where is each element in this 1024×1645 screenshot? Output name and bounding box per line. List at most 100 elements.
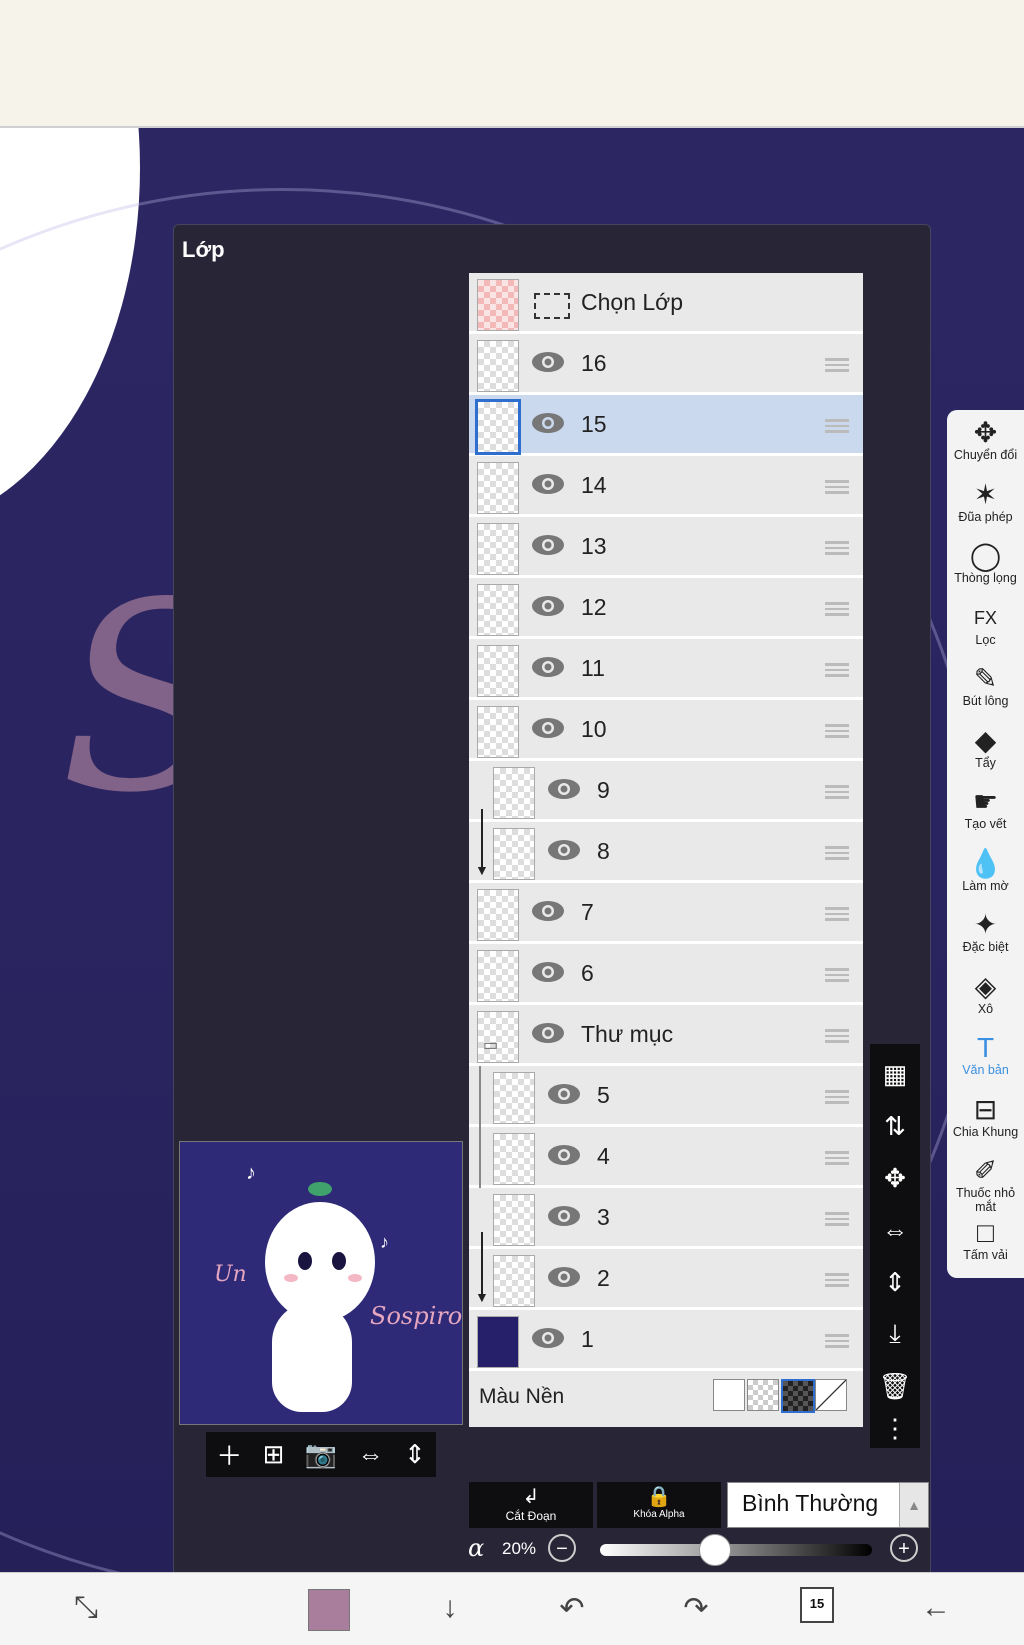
drag-handle-icon[interactable] [825,358,849,372]
layer-row[interactable]: 11 [469,639,863,700]
eye-visibility-icon[interactable] [531,534,565,556]
tool-special[interactable]: ✦ Đặc biệt [947,906,1024,967]
drag-handle-icon[interactable] [825,1212,849,1226]
flip-horizontal-icon[interactable]: ⇔ [358,1439,384,1470]
add-layer-icon[interactable]: ＋ [216,1436,242,1473]
bg-white-swatch[interactable] [713,1379,745,1411]
blend-mode-select[interactable]: Bình Thường ▲ [727,1482,929,1528]
eye-visibility-icon[interactable] [531,412,565,434]
opacity-slider[interactable] [600,1534,872,1566]
tool-frame-divider[interactable]: ⊟ Chia Khung [947,1091,1024,1152]
layer-row-clipped[interactable]: ▼ 8 [469,822,863,883]
tool-eyedropper[interactable]: ✐ Thuốc nhỏ mắt [947,1152,1024,1214]
layers-button[interactable]: 15 [800,1587,834,1623]
drag-handle-icon[interactable] [825,480,849,494]
add-layer-box-icon[interactable]: ⊞ [263,1439,285,1470]
layer-name: Chọn Lớp [581,289,684,315]
eye-visibility-icon[interactable] [531,900,565,922]
clip-button[interactable]: ↲ Cắt Đoạn [469,1482,593,1528]
eye-visibility-icon[interactable] [531,1327,565,1349]
layer-row-in-folder[interactable]: 5 [469,1066,863,1127]
eye-visibility-icon[interactable] [531,656,565,678]
eye-visibility-icon[interactable] [531,351,565,373]
layer-row-clipped[interactable]: ▼ 2 [469,1249,863,1310]
drag-handle-icon[interactable] [825,1151,849,1165]
increase-opacity-button[interactable]: + [890,1534,918,1562]
eye-visibility-icon[interactable] [531,595,565,617]
drag-handle-icon[interactable] [825,541,849,555]
move-layer-icon[interactable]: ✥ [875,1158,915,1198]
eye-visibility-icon[interactable] [531,961,565,983]
layer-row[interactable]: 7 [469,883,863,944]
eye-visibility-icon[interactable] [547,1205,581,1227]
flip-vertical-icon[interactable]: ⇕ [875,1262,915,1302]
eye-visibility-icon[interactable] [547,1266,581,1288]
transparent-layer-icon[interactable]: ▦ [875,1054,915,1094]
tool-text[interactable]: T Văn bản [947,1029,1024,1090]
tool-lasso[interactable]: ◯ Thòng lọng [947,537,1024,598]
opacity-slider-knob[interactable] [699,1534,732,1566]
drag-handle-icon[interactable] [825,846,849,860]
layer-row-folder[interactable]: ▭ Thư mục [469,1005,863,1066]
layer-row-clipped[interactable]: 9 [469,761,863,822]
layer-row-selected[interactable]: 15 [469,395,863,456]
layer-row[interactable]: 10 [469,700,863,761]
layer-row[interactable]: 6 [469,944,863,1005]
tool-move[interactable]: ✥ Chuyển đổi [947,414,1024,475]
tool-blur[interactable]: 💧 Làm mờ [947,845,1024,906]
drag-handle-icon[interactable] [825,907,849,921]
bg-light-checker-swatch[interactable] [747,1379,779,1411]
drag-handle-icon[interactable] [825,419,849,433]
eye-visibility-icon[interactable] [531,473,565,495]
alpha-lock-button[interactable]: 🔒 Khóa Alpha [597,1482,721,1528]
layer-row[interactable]: 13 [469,517,863,578]
tool-brush[interactable]: ✎ Bút lông [947,660,1024,721]
quick-tools-icon[interactable]: ⤡ [66,1591,106,1627]
tool-eraser[interactable]: ◆ Tẩy [947,722,1024,783]
drag-handle-icon[interactable] [825,724,849,738]
drag-handle-icon[interactable] [825,1334,849,1348]
camera-icon[interactable]: 📷 [305,1439,337,1470]
drag-handle-icon[interactable] [825,1273,849,1287]
layer-row[interactable]: 16 [469,334,863,395]
flip-vertical-icon[interactable]: ⇕ [404,1439,426,1470]
canvas-preview[interactable]: Un Sospiro ♪ ♪ [179,1141,463,1425]
bg-none-swatch[interactable] [815,1379,847,1411]
drag-handle-icon[interactable] [825,785,849,799]
flip-horizontal-icon[interactable]: ⇔ [875,1210,915,1250]
more-options-icon[interactable]: ⋮ [875,1408,915,1448]
trash-icon[interactable]: 🗑 [875,1366,915,1406]
tool-canvas[interactable]: □ Tấm vải [947,1214,1024,1275]
layer-row[interactable]: 12 [469,578,863,639]
undo-icon[interactable]: ↶ [552,1591,592,1627]
bg-dark-checker-swatch[interactable] [781,1379,815,1413]
eye-visibility-icon[interactable] [547,778,581,800]
layer-row[interactable]: 1 [469,1310,863,1371]
tool-smudge[interactable]: ☛ Tạo vết [947,783,1024,844]
eye-visibility-icon[interactable] [547,1144,581,1166]
layer-row-select[interactable]: Chọn Lớp [469,273,863,334]
drag-handle-icon[interactable] [825,602,849,616]
arrow-down-icon[interactable]: ↓ [430,1591,470,1627]
merge-down-icon[interactable]: ⤓ [875,1314,915,1354]
drag-handle-icon[interactable] [825,1029,849,1043]
drag-handle-icon[interactable] [825,968,849,982]
back-arrow-icon[interactable]: ← [916,1591,956,1627]
layer-swap-icon[interactable]: ⇅ [875,1106,915,1146]
eye-visibility-icon[interactable] [547,839,581,861]
eye-visibility-icon[interactable] [547,1083,581,1105]
eye-visibility-icon[interactable] [531,717,565,739]
redo-icon[interactable]: ↷ [676,1591,716,1627]
tool-magic-wand[interactable]: ✶ Đũa phép [947,476,1024,537]
layer-row-clipped[interactable]: 3 [469,1188,863,1249]
decrease-opacity-button[interactable]: − [548,1534,576,1562]
drag-handle-icon[interactable] [825,1090,849,1104]
drag-handle-icon[interactable] [825,663,849,677]
layer-thumbnail [493,1072,535,1124]
eye-visibility-icon[interactable] [531,1022,565,1044]
current-color-swatch[interactable] [308,1589,350,1631]
layer-row-in-folder[interactable]: 4 [469,1127,863,1188]
tool-bucket[interactable]: ◈ Xô [947,968,1024,1029]
tool-fx-filter[interactable]: FX Lọc [947,599,1024,660]
layer-row[interactable]: 14 [469,456,863,517]
